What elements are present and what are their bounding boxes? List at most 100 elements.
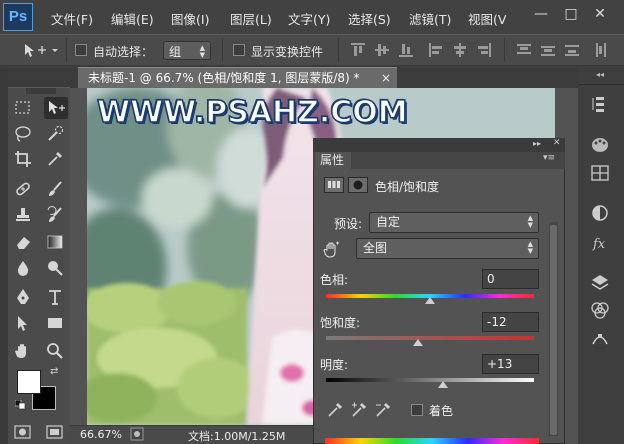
lasso-tool-icon[interactable] xyxy=(14,125,32,143)
distribute-left-icon[interactable] xyxy=(595,43,609,57)
menu-type[interactable]: 文字(Y) xyxy=(288,9,330,28)
status-info-icon[interactable] xyxy=(130,427,144,441)
menu-image[interactable]: 图像(I) xyxy=(171,9,209,28)
document-tab[interactable]: 未标题-1 @ 66.7% (色相/饱和度 1, 图层蒙版/8) * xyxy=(78,67,397,88)
lightness-slider-thumb[interactable] xyxy=(438,381,448,388)
gradient-tool-icon[interactable] xyxy=(46,233,64,251)
eyedropper-tool-icon[interactable] xyxy=(46,150,64,168)
adjustments-panel-icon[interactable] xyxy=(590,203,610,223)
sample-eyedropper-icon[interactable] xyxy=(326,401,344,419)
layers-panel-icon[interactable] xyxy=(590,273,610,293)
zoom-level[interactable]: 66.67% xyxy=(80,428,122,441)
quick-selection-tool-icon[interactable] xyxy=(46,125,64,143)
hue-input[interactable]: 0 xyxy=(482,269,539,289)
properties-panel-titlebar[interactable] xyxy=(313,138,565,152)
lightness-slider-track[interactable] xyxy=(326,378,534,382)
menu-edit[interactable]: 编辑(E) xyxy=(111,9,154,28)
distribute-center-icon[interactable] xyxy=(541,43,555,57)
auto-select-target-dropdown[interactable]: 组 ▲ ▼ xyxy=(163,41,211,60)
saturation-input[interactable]: -12 xyxy=(482,312,539,332)
align-left-icon[interactable] xyxy=(429,43,443,57)
menu-file[interactable]: 文件(F) xyxy=(51,9,93,28)
brush-tool-icon[interactable] xyxy=(46,180,64,198)
align-vertical-center-icon[interactable] xyxy=(375,43,389,57)
screen-mode-icon[interactable] xyxy=(46,424,64,440)
photoshop-logo: Ps xyxy=(3,3,33,31)
styles-panel-icon[interactable]: fx xyxy=(590,233,610,253)
distribute-bottom-icon[interactable] xyxy=(565,43,579,57)
close-icon[interactable]: ✕ xyxy=(592,6,608,22)
adjustment-layer-icon[interactable] xyxy=(324,177,344,193)
auto-select-label: 自动选择： xyxy=(93,45,154,59)
saturation-slider-thumb[interactable] xyxy=(413,339,423,346)
lightness-value: +13 xyxy=(487,357,513,371)
dock-expand-icon[interactable]: ◂◂ xyxy=(596,70,604,79)
blur-tool-icon[interactable] xyxy=(14,259,32,277)
path-selection-tool-icon[interactable] xyxy=(14,314,32,332)
hand-tool-icon[interactable] xyxy=(14,342,32,360)
paths-panel-icon[interactable] xyxy=(590,328,610,348)
auto-select-target-value: 组 xyxy=(169,45,182,59)
targeted-adjustment-hand-icon[interactable] xyxy=(322,240,342,258)
align-horizontal-center-icon[interactable] xyxy=(453,43,467,57)
dropdown-arrows-icon: ▲ ▼ xyxy=(199,44,205,59)
move-tool-preset-icon[interactable] xyxy=(22,40,60,60)
saturation-label: 饱和度: xyxy=(320,316,361,330)
panel-menu-icon[interactable]: ▾≡ xyxy=(543,153,555,163)
subtract-from-sample-eyedropper-icon[interactable] xyxy=(374,401,392,419)
menu-view[interactable]: 视图(V xyxy=(468,9,506,28)
panel-scrollbar-thumb[interactable] xyxy=(550,225,557,435)
add-to-sample-eyedropper-icon[interactable] xyxy=(350,401,368,419)
pen-tool-icon[interactable] xyxy=(14,288,32,306)
menu-filter[interactable]: 滤镜(T) xyxy=(409,9,451,28)
channels-panel-icon[interactable] xyxy=(590,300,610,320)
panel-collapse-icon[interactable]: ▸▸ xyxy=(533,139,541,148)
show-transform-checkbox[interactable] xyxy=(233,44,245,56)
quick-mask-icon[interactable] xyxy=(14,424,32,440)
toolbox-grip[interactable] xyxy=(26,88,56,94)
swatches-panel-icon[interactable] xyxy=(590,135,610,155)
layer-mask-icon[interactable] xyxy=(348,177,368,193)
align-right-icon[interactable] xyxy=(477,43,491,57)
zoom-tool-icon[interactable] xyxy=(46,342,64,360)
menu-layer[interactable]: 图层(L) xyxy=(230,9,272,28)
menu-select[interactable]: 选择(S) xyxy=(348,9,391,28)
swap-colors-icon[interactable]: ⇄ xyxy=(50,366,58,377)
crop-tool-icon[interactable] xyxy=(14,150,32,168)
saturation-value: -12 xyxy=(487,315,507,329)
distribute-top-icon[interactable] xyxy=(517,43,531,57)
foreground-color-swatch[interactable] xyxy=(17,370,41,394)
colorize-checkbox[interactable] xyxy=(411,404,423,416)
type-tool-icon[interactable] xyxy=(46,288,64,306)
healing-brush-tool-icon[interactable] xyxy=(14,180,32,198)
document-tab-close-icon[interactable]: × xyxy=(381,71,391,85)
history-panel-icon[interactable] xyxy=(590,95,610,115)
grid-panel-icon[interactable] xyxy=(590,163,610,183)
eraser-tool-icon[interactable] xyxy=(14,233,32,251)
hue-slider-thumb[interactable] xyxy=(425,297,435,304)
channel-dropdown[interactable]: 全图 ▲ ▼ xyxy=(356,238,539,259)
marquee-tool-icon[interactable] xyxy=(14,100,32,116)
align-top-icon[interactable] xyxy=(351,43,365,57)
lightness-input[interactable]: +13 xyxy=(482,354,539,374)
align-bottom-icon[interactable] xyxy=(399,43,413,57)
history-brush-tool-icon[interactable] xyxy=(46,206,64,224)
document-size-info: 文档:1.00M/1.25M xyxy=(188,430,286,443)
saturation-slider-track[interactable] xyxy=(326,336,534,340)
default-colors-icon[interactable] xyxy=(15,400,27,410)
move-tool-icon[interactable] xyxy=(46,99,66,117)
restore-icon[interactable]: □ xyxy=(563,6,579,22)
colorize-label: 着色 xyxy=(429,404,454,418)
preset-dropdown[interactable]: 自定 ▲ ▼ xyxy=(369,212,539,233)
right-panel-dock xyxy=(578,66,624,444)
panel-close-icon[interactable]: ✕ xyxy=(553,138,561,148)
tab-properties[interactable]: 属性 xyxy=(315,152,351,169)
hue-value: 0 xyxy=(487,272,495,286)
rectangle-tool-icon[interactable] xyxy=(46,314,64,332)
clone-stamp-tool-icon[interactable] xyxy=(14,206,32,224)
auto-select-checkbox[interactable] xyxy=(75,44,87,56)
document-tab-title: 未标题-1 @ 66.7% (色相/饱和度 1, 图层蒙版/8) * xyxy=(88,71,360,85)
channel-value: 全图 xyxy=(363,241,388,255)
minimize-icon[interactable]: — xyxy=(533,6,549,22)
dodge-tool-icon[interactable] xyxy=(46,259,64,277)
